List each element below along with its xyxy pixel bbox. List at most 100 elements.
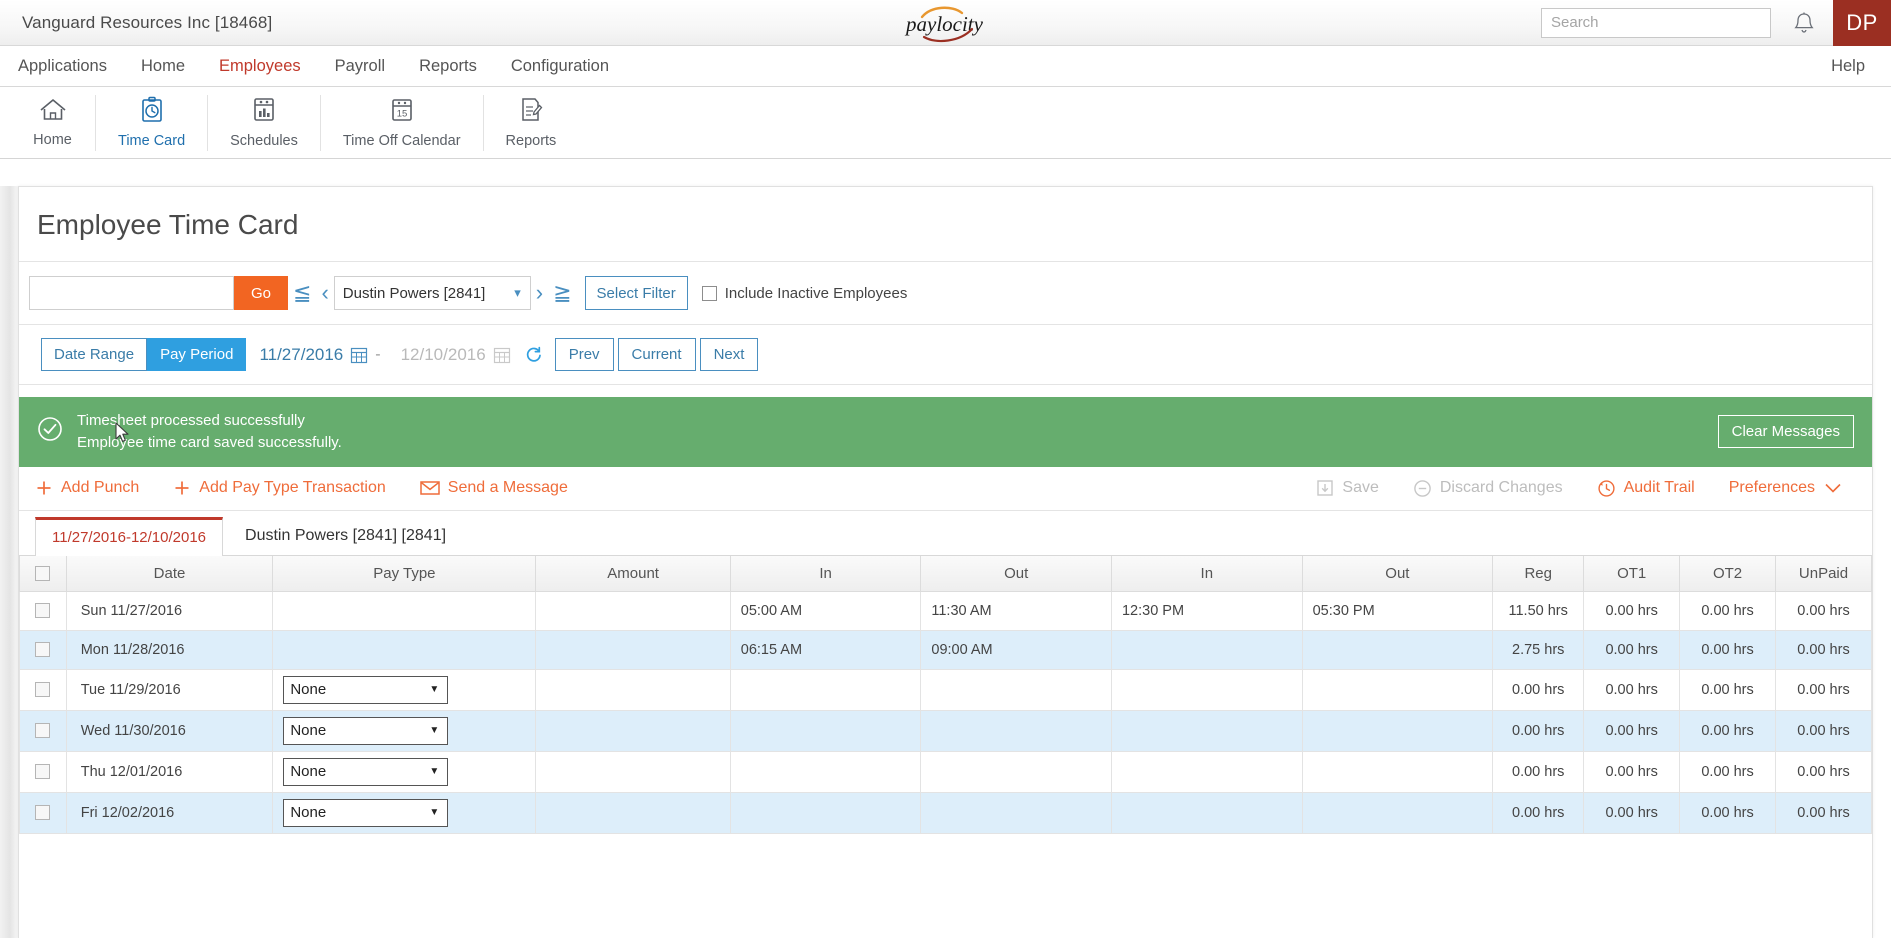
cell-out-1[interactable]: 11:30 AM <box>920 590 1112 631</box>
cell-out-2[interactable] <box>1301 709 1494 752</box>
cell-pay-type[interactable]: None ▼ <box>272 791 537 834</box>
row-checkbox[interactable] <box>35 764 51 779</box>
employee-search-input[interactable] <box>29 276 234 310</box>
prev-period-button[interactable]: Prev <box>554 338 614 371</box>
row-select-cell[interactable] <box>19 629 67 670</box>
cell-in-2[interactable]: 12:30 PM <box>1110 590 1303 631</box>
start-date-value[interactable]: 11/27/2016 <box>259 345 343 365</box>
cell-amount[interactable] <box>535 629 731 670</box>
select-filter-button[interactable]: Select Filter <box>584 276 688 310</box>
go-button[interactable]: Go <box>234 276 288 310</box>
end-date-value[interactable]: 12/10/2016 <box>401 345 486 365</box>
next-period-button[interactable]: Next <box>699 338 759 371</box>
cell-out-2[interactable] <box>1301 750 1494 793</box>
toolbar-item-schedules[interactable]: Schedules <box>208 94 321 151</box>
employee-dropdown[interactable]: Dustin Powers [2841] ▾ <box>333 276 531 310</box>
cell-out-1[interactable] <box>920 668 1112 711</box>
cell-in-2[interactable] <box>1110 750 1303 793</box>
nav-item-home[interactable]: Home <box>141 57 185 76</box>
next-employee-icon[interactable]: › <box>531 282 548 304</box>
end-date-calendar-icon[interactable] <box>493 346 511 364</box>
previous-employee-icon[interactable]: ‹ <box>316 282 333 304</box>
pay-type-dropdown[interactable]: None ▼ <box>283 798 449 827</box>
toolbar-label-schedules: Schedules <box>230 133 298 149</box>
cell-unpaid: 0.00 hrs <box>1775 668 1872 711</box>
toolbar-item-time-off-calendar[interactable]: 15 Time Off Calendar <box>321 94 484 151</box>
cell-date: Thu 12/01/2016 <box>65 750 274 793</box>
cell-out-1[interactable]: 09:00 AM <box>920 629 1112 670</box>
search-input[interactable] <box>1541 7 1771 38</box>
header-select-all[interactable] <box>19 555 67 592</box>
cell-pay-type[interactable]: None ▼ <box>272 668 537 711</box>
preferences-action[interactable]: Preferences <box>1729 479 1842 497</box>
cell-amount[interactable] <box>535 590 731 631</box>
cell-amount[interactable] <box>535 668 731 711</box>
date-range-button[interactable]: Date Range <box>41 338 148 371</box>
refresh-icon[interactable] <box>524 345 543 364</box>
cell-in-2[interactable] <box>1110 668 1303 711</box>
cell-pay-type[interactable]: None ▼ <box>272 750 537 793</box>
row-select-cell[interactable] <box>19 791 67 834</box>
row-select-cell[interactable] <box>19 668 67 711</box>
cell-out-1[interactable] <box>920 709 1112 752</box>
cell-out-2[interactable] <box>1301 629 1494 670</box>
user-avatar[interactable]: DP <box>1833 0 1891 46</box>
cell-amount[interactable] <box>535 709 731 752</box>
send-a-message-action[interactable]: Send a Message <box>420 479 568 497</box>
select-all-checkbox[interactable] <box>35 565 51 581</box>
cell-out-2[interactable] <box>1301 791 1494 834</box>
pay-type-dropdown[interactable]: None ▼ <box>283 675 449 704</box>
cell-in-1[interactable] <box>729 791 922 834</box>
nav-item-help[interactable]: Help <box>1831 57 1865 76</box>
module-toolbar: Home Time Card Schedules 15 Time Off Cal… <box>0 87 1891 159</box>
last-employee-icon[interactable]: ≧ <box>548 282 576 304</box>
cell-pay-type[interactable]: None ▼ <box>272 709 537 752</box>
tab-pay-period[interactable]: 11/27/2016-12/10/2016 <box>35 516 224 556</box>
cell-out-1[interactable] <box>920 750 1112 793</box>
cell-amount[interactable] <box>535 750 731 793</box>
nav-item-reports[interactable]: Reports <box>419 57 477 76</box>
row-checkbox[interactable] <box>35 682 51 697</box>
toolbar-item-reports[interactable]: Reports <box>484 95 579 151</box>
cell-amount[interactable] <box>535 791 731 834</box>
cell-in-1[interactable]: 05:00 AM <box>729 590 922 631</box>
cell-out-1[interactable] <box>920 791 1112 834</box>
cell-ot1: 0.00 hrs <box>1583 668 1681 711</box>
cell-in-1[interactable] <box>729 750 922 793</box>
nav-item-payroll[interactable]: Payroll <box>335 57 385 76</box>
home-icon <box>38 97 68 128</box>
cell-in-2[interactable] <box>1110 791 1303 834</box>
toolbar-item-home[interactable]: Home <box>10 94 96 151</box>
pay-type-dropdown[interactable]: None ▼ <box>283 716 449 745</box>
clear-messages-button[interactable]: Clear Messages <box>1717 415 1854 449</box>
first-employee-icon[interactable]: ≦ <box>288 282 316 304</box>
start-date-calendar-icon[interactable] <box>350 346 368 364</box>
audit-trail-action[interactable]: Audit Trail <box>1597 479 1695 498</box>
add-punch-action[interactable]: Add Punch <box>35 479 139 497</box>
cell-in-1[interactable] <box>729 709 922 752</box>
toolbar-item-time-card[interactable]: Time Card <box>96 94 209 151</box>
row-select-cell[interactable] <box>19 590 67 631</box>
row-checkbox[interactable] <box>35 642 51 657</box>
notification-bell-icon[interactable] <box>1793 11 1815 35</box>
cell-in-2[interactable] <box>1110 709 1303 752</box>
include-inactive-employees-checkbox[interactable]: Include Inactive Employees <box>701 285 907 302</box>
row-checkbox[interactable] <box>35 723 51 738</box>
row-checkbox[interactable] <box>35 603 51 618</box>
pay-type-dropdown[interactable]: None ▼ <box>283 757 449 786</box>
cell-in-1[interactable] <box>729 668 922 711</box>
row-select-cell[interactable] <box>19 750 67 793</box>
nav-item-employees[interactable]: Employees <box>219 57 301 76</box>
row-checkbox[interactable] <box>35 805 51 820</box>
row-select-cell[interactable] <box>19 709 67 752</box>
cell-out-2[interactable] <box>1301 668 1494 711</box>
add-pay-type-transaction-action[interactable]: Add Pay Type Transaction <box>173 479 386 497</box>
nav-item-configuration[interactable]: Configuration <box>511 57 609 76</box>
current-period-button[interactable]: Current <box>617 338 696 371</box>
cell-in-1[interactable]: 06:15 AM <box>729 629 922 670</box>
pay-period-button[interactable]: Pay Period <box>147 338 247 371</box>
nav-item-applications[interactable]: Applications <box>18 57 107 76</box>
cell-out-2[interactable]: 05:30 PM <box>1301 590 1494 631</box>
time-card-icon <box>138 96 166 129</box>
cell-in-2[interactable] <box>1110 629 1303 670</box>
